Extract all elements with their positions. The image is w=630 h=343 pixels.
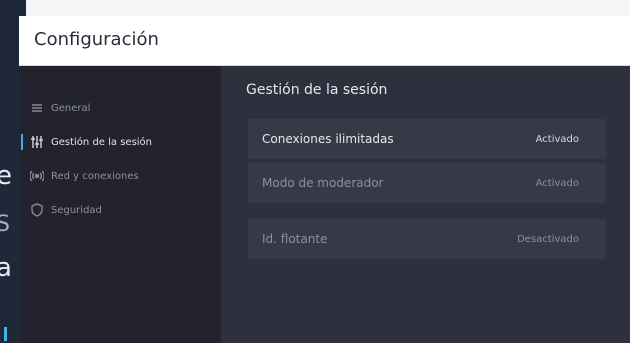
setting-value[interactable]: Desactivado xyxy=(517,234,579,245)
sidebar-item-label: Gestión de la sesión xyxy=(51,136,153,148)
list-icon xyxy=(30,101,44,115)
setting-row-moderator-mode[interactable]: Modo de moderador Activado xyxy=(248,163,606,203)
background-text-fragment: S xyxy=(0,212,10,237)
window-title: Configuración xyxy=(34,29,159,50)
settings-window: Configuración General Gestión de la sesi… xyxy=(19,16,630,343)
setting-row-floating-id[interactable]: Id. flotante Desactivado xyxy=(248,219,606,259)
background-text-fragment: a xyxy=(0,253,12,283)
setting-label: Conexiones ilimitadas xyxy=(262,132,394,146)
sidebar: General Gestión de la sesión Red y conex… xyxy=(19,66,221,343)
section-title: Gestión de la sesión xyxy=(246,82,388,98)
background-accent-mark xyxy=(4,327,7,341)
setting-value[interactable]: Activado xyxy=(536,134,579,145)
sidebar-item-general[interactable]: General xyxy=(19,96,221,120)
background-text-fragment: e xyxy=(0,161,12,191)
title-bar: Configuración xyxy=(19,16,630,66)
sliders-icon xyxy=(30,135,44,149)
setting-value[interactable]: Activado xyxy=(536,178,579,189)
setting-row-unlimited-connections[interactable]: Conexiones ilimitadas Activado xyxy=(248,119,606,159)
sidebar-item-session[interactable]: Gestión de la sesión xyxy=(19,130,221,154)
setting-label: Modo de moderador xyxy=(262,176,384,190)
broadcast-icon xyxy=(30,169,44,183)
setting-label: Id. flotante xyxy=(262,232,328,246)
sidebar-item-label: General xyxy=(51,102,91,114)
sidebar-item-network[interactable]: Red y conexiones xyxy=(19,164,221,188)
sidebar-item-security[interactable]: Seguridad xyxy=(19,198,221,222)
sidebar-item-label: Seguridad xyxy=(51,204,102,216)
shield-icon xyxy=(30,203,44,217)
sidebar-item-label: Red y conexiones xyxy=(51,170,139,182)
settings-content: Gestión de la sesión Conexiones ilimitad… xyxy=(221,66,630,343)
